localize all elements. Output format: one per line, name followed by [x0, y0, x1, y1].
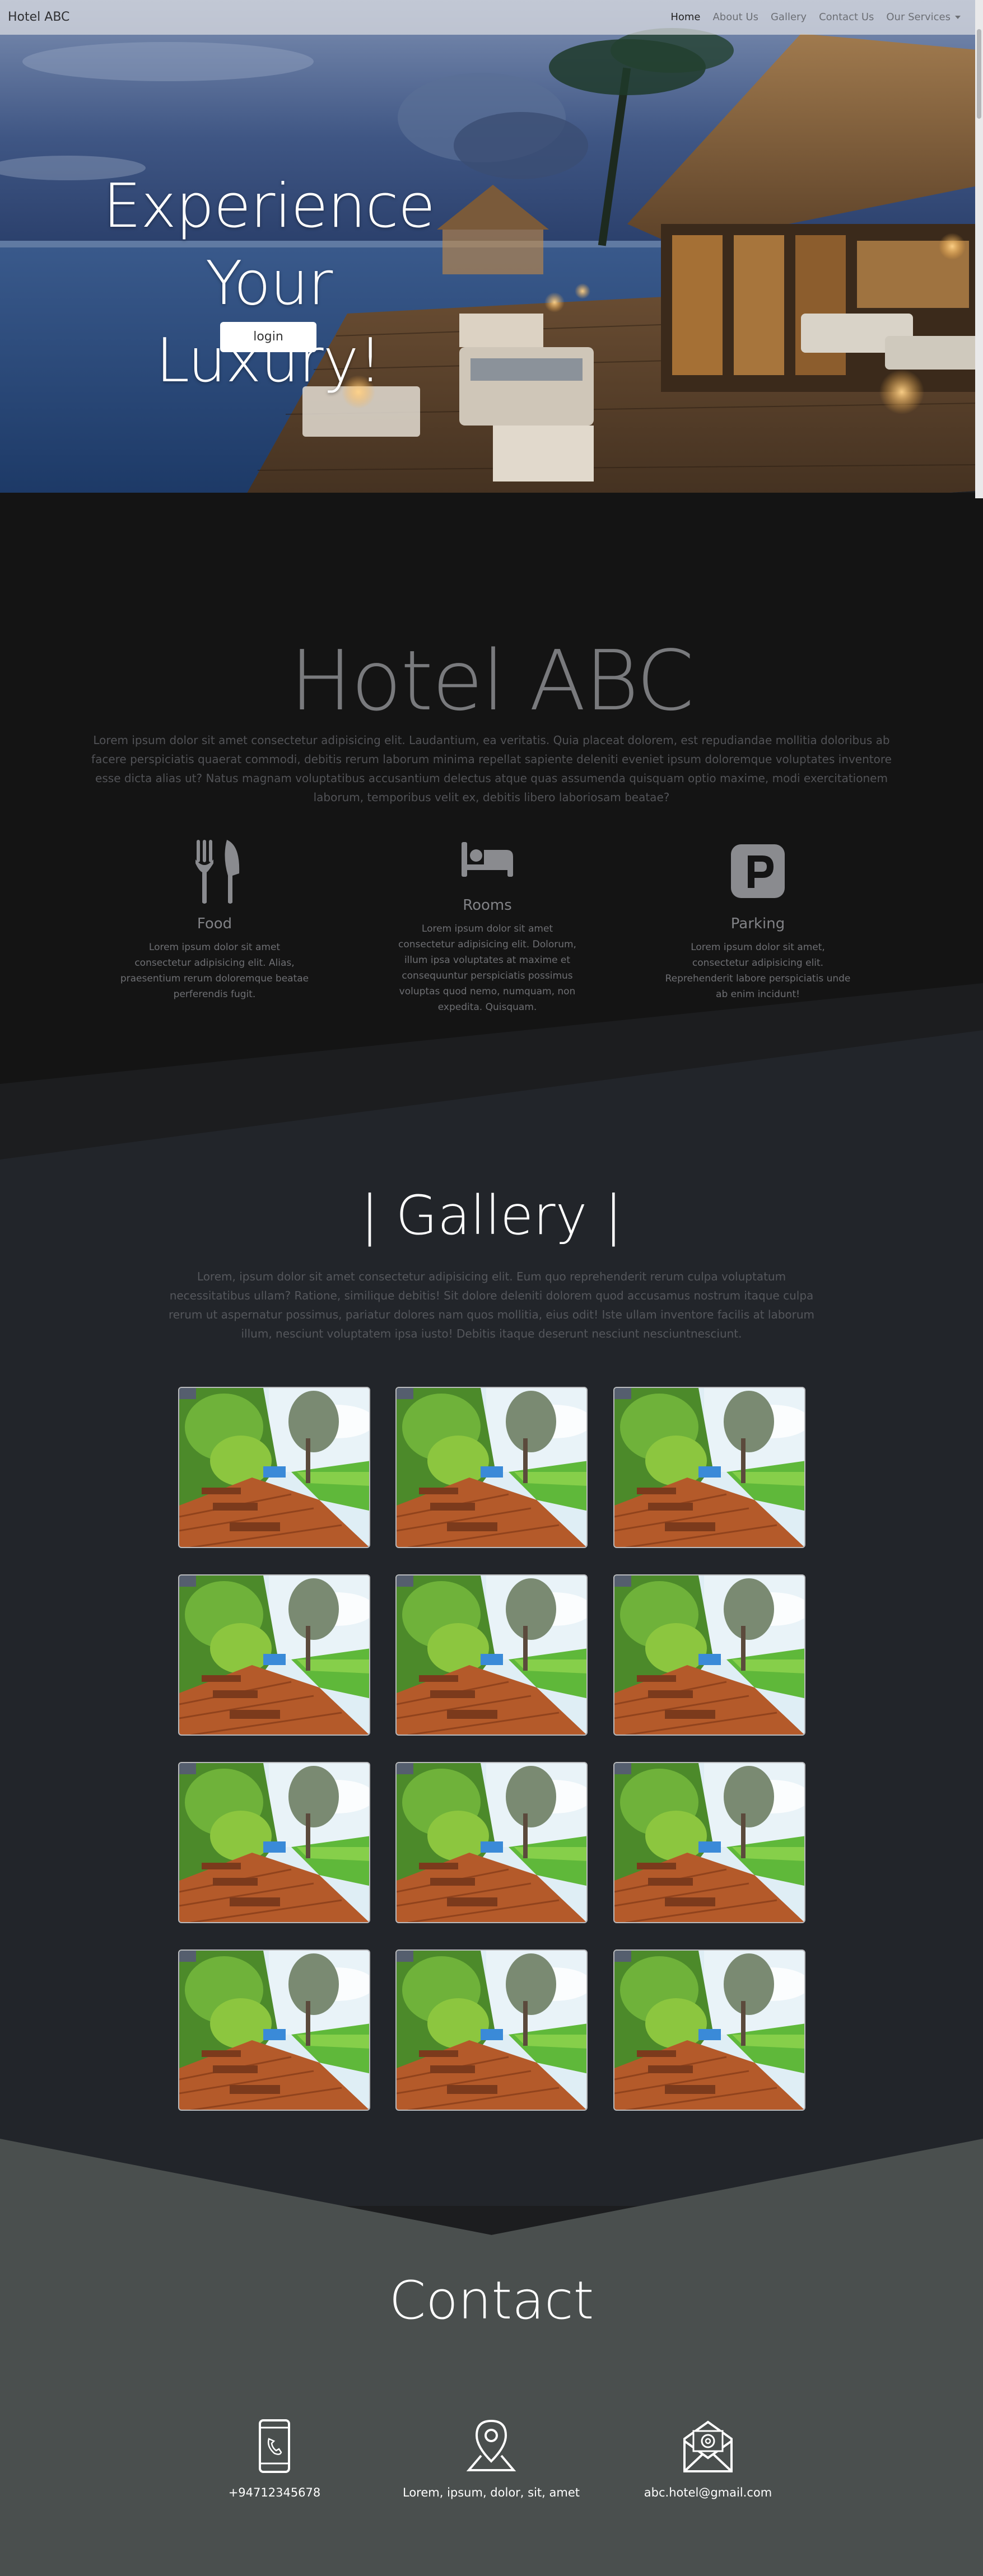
nav-link-gallery[interactable]: Gallery: [771, 11, 807, 23]
parking-icon: [731, 844, 785, 898]
hero-title: Experience Your Luxury!: [95, 168, 442, 400]
gallery-image-picture: [179, 1388, 369, 1547]
caret-down-icon: [955, 16, 961, 19]
gallery-image-picture: [614, 1763, 804, 1922]
contact-title: Contact: [389, 2270, 594, 2331]
gallery-image-picture: [397, 1575, 586, 1735]
about-text: Lorem ipsum dolor sit amet consectetur a…: [91, 733, 892, 804]
contact-address-label: Lorem, ipsum, dolor, sit, amet: [403, 2486, 580, 2499]
feature-food-title: Food: [197, 915, 232, 932]
feature-rooms-text: Lorem ipsum dolor sit amet consectetur a…: [398, 923, 576, 1013]
gallery-image[interactable]: [395, 1574, 588, 1736]
gallery-image[interactable]: [395, 1949, 588, 2111]
scrollbar[interactable]: [975, 0, 983, 498]
contact-email-label: abc.hotel@gmail.com: [644, 2486, 772, 2499]
gallery-image-picture: [179, 1763, 369, 1922]
gallery-image-picture: [397, 1388, 586, 1547]
feature-parking-text: Lorem ipsum dolor sit amet, consectetur …: [665, 942, 851, 1000]
contact-phone-label: +94712345678: [228, 2486, 321, 2499]
hero-title-line1: Experience: [103, 171, 435, 241]
fork-knife-icon: [195, 840, 240, 904]
email-icon: [683, 2420, 733, 2472]
gallery-image[interactable]: [178, 1762, 370, 1923]
gallery-image[interactable]: [178, 1949, 370, 2111]
gallery-image[interactable]: [613, 1762, 805, 1923]
feature-food-text: Lorem ipsum dolor sit amet consectetur a…: [120, 942, 309, 1000]
nav-dropdown-label: Our Services: [886, 11, 951, 23]
gallery-image-picture: [397, 1763, 586, 1922]
phone-icon: [259, 2419, 290, 2473]
nav-dropdown-services[interactable]: Our Services: [886, 11, 961, 23]
scrollbar-thumb[interactable]: [977, 29, 981, 119]
gallery-image-picture: [614, 1575, 804, 1735]
gallery-image[interactable]: [395, 1387, 588, 1548]
gallery-image[interactable]: [613, 1387, 805, 1548]
nav-link-contact[interactable]: Contact Us: [819, 11, 874, 23]
navbar: Hotel ABC Home About Us Gallery Contact …: [0, 0, 983, 35]
gallery-section: | Gallery | Lorem, ipsum dolor sit amet …: [0, 1030, 983, 2206]
gallery-image[interactable]: [613, 1949, 805, 2111]
gallery-image-picture: [179, 1951, 369, 2110]
gallery-image-picture: [397, 1951, 586, 2110]
navbar-brand[interactable]: Hotel ABC: [8, 10, 69, 24]
gallery-image[interactable]: [178, 1387, 370, 1548]
nav-link-home[interactable]: Home: [670, 11, 700, 23]
nav-links: Home About Us Gallery Contact Us Our Ser…: [670, 11, 961, 23]
login-button[interactable]: login: [220, 322, 316, 352]
gallery-image-picture: [179, 1575, 369, 1735]
gallery-image-picture: [614, 1951, 804, 2110]
gallery-image[interactable]: [395, 1762, 588, 1923]
gallery-image-picture: [614, 1388, 804, 1547]
about-title: Hotel ABC: [290, 633, 695, 729]
bed-icon: [462, 842, 513, 877]
gallery-text: Lorem, ipsum dolor sit amet consectetur …: [168, 1270, 815, 1340]
gallery-title: | Gallery |: [360, 1184, 623, 1247]
nav-link-about[interactable]: About Us: [712, 11, 758, 23]
location-pin-icon: [466, 2419, 516, 2471]
gallery-image[interactable]: [178, 1574, 370, 1736]
hero-section: Experience Your Luxury! login: [0, 0, 983, 554]
gallery-image[interactable]: [613, 1574, 805, 1736]
page: Experience Your Luxury! login Hotel ABC …: [0, 0, 983, 2576]
feature-parking-title: Parking: [730, 915, 785, 932]
feature-rooms-title: Rooms: [463, 897, 512, 914]
